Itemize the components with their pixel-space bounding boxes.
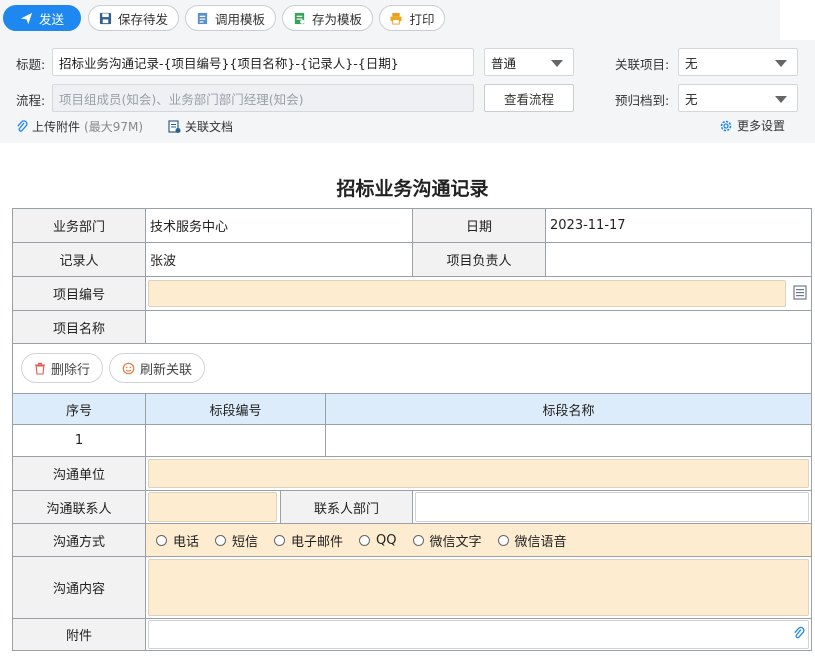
col-header-section-no: 标段编号 xyxy=(145,393,326,425)
template-icon xyxy=(197,12,208,24)
flow-input[interactable]: 项目组成员(知会)、业务部门部门经理(知会) xyxy=(52,84,474,112)
send-icon xyxy=(20,12,33,24)
recorder-value: 张波 xyxy=(145,242,413,277)
upload-limit: (最大97M) xyxy=(84,120,144,134)
method-radio-wechat-voice[interactable]: 微信语音 xyxy=(497,531,567,550)
related-project-select[interactable]: 无 xyxy=(678,48,798,76)
date-label: 日期 xyxy=(412,208,546,243)
toolbar-corner xyxy=(780,0,815,40)
attachment-label: 附件 xyxy=(12,618,146,651)
paperclip-icon[interactable] xyxy=(793,626,805,641)
gear-icon xyxy=(720,120,732,131)
priority-value: 普通 xyxy=(491,55,517,71)
radio-circle-icon xyxy=(359,534,371,546)
attachment-input[interactable] xyxy=(148,620,809,649)
paperclip-icon xyxy=(17,119,28,132)
project-no-label: 项目编号 xyxy=(12,276,146,311)
method-radio-phone[interactable]: 电话 xyxy=(156,531,199,550)
flow-label: 流程: xyxy=(16,93,46,108)
save-draft-button[interactable]: 保存待发 xyxy=(88,5,179,31)
date-value: 2023-11-17 xyxy=(545,208,812,243)
contact-label: 沟通联系人 xyxy=(12,490,146,524)
radio-circle-icon xyxy=(497,534,509,546)
archive-select[interactable]: 无 xyxy=(678,84,798,112)
priority-select[interactable]: 普通 xyxy=(484,48,574,76)
method-radio-wechat-text[interactable]: 微信文字 xyxy=(412,531,482,550)
dept-value: 技术服务中心 xyxy=(145,208,413,243)
radio-circle-icon xyxy=(156,534,167,546)
use-template-button[interactable]: 调用模板 xyxy=(185,5,276,31)
refresh-link-button[interactable]: 刷新关联 xyxy=(109,353,205,383)
method-label: 沟通方式 xyxy=(12,523,146,557)
trash-icon xyxy=(34,362,45,375)
unit-label: 沟通单位 xyxy=(12,456,146,491)
leader-label: 项目负责人 xyxy=(412,242,546,277)
more-settings-link[interactable]: 更多设置 xyxy=(719,117,785,134)
lookup-icon[interactable] xyxy=(793,285,807,300)
unit-input[interactable] xyxy=(148,459,809,488)
leader-value xyxy=(545,242,812,277)
project-name-value xyxy=(145,310,812,344)
related-project-label: 关联项目: xyxy=(615,57,670,72)
contact-dept-label: 联系人部门 xyxy=(280,490,413,524)
print-button[interactable]: 打印 xyxy=(379,5,445,31)
col-header-section-name: 标段名称 xyxy=(325,393,812,425)
title-input[interactable]: 招标业务沟通记录-{项目编号}{项目名称}-{记录人}-{日期} xyxy=(52,48,474,76)
contact-input[interactable] xyxy=(148,492,277,522)
chevron-down-icon xyxy=(551,60,563,67)
save-template-icon xyxy=(294,12,305,24)
contact-dept-input[interactable] xyxy=(415,492,809,522)
recorder-label: 记录人 xyxy=(12,242,146,277)
related-docs-link[interactable]: 关联文档 xyxy=(168,118,233,135)
chevron-down-icon xyxy=(775,60,787,67)
chevron-down-icon xyxy=(775,96,787,103)
send-button[interactable]: 发送 xyxy=(3,5,81,31)
save-template-button[interactable]: 存为模板 xyxy=(282,5,373,31)
table-row-section-name[interactable] xyxy=(325,424,812,457)
method-radio-sms[interactable]: 短信 xyxy=(215,531,258,550)
method-radio-email[interactable]: 电子邮件 xyxy=(274,531,343,550)
delete-row-button[interactable]: 删除行 xyxy=(21,353,103,383)
upload-attachment-link[interactable]: 上传附件 (最大97M) xyxy=(16,118,143,135)
table-row-section-no[interactable] xyxy=(145,424,326,457)
content-label: 沟通内容 xyxy=(12,556,146,619)
method-radio-group: 电话 短信 电子邮件 QQ 微信文字 微信语音 xyxy=(145,523,812,557)
save-icon xyxy=(99,12,112,24)
title-label: 标题: xyxy=(16,57,46,72)
project-name-label: 项目名称 xyxy=(12,310,146,344)
dept-label: 业务部门 xyxy=(12,208,146,243)
radio-circle-icon xyxy=(215,534,227,546)
radio-circle-icon xyxy=(412,534,424,546)
related-project-value: 无 xyxy=(685,55,698,71)
document-link-icon xyxy=(168,119,181,133)
radio-circle-icon xyxy=(274,534,286,546)
form-title: 招标业务沟通记录 xyxy=(336,178,489,200)
print-icon xyxy=(390,12,403,25)
table-row-no: 1 xyxy=(12,424,146,457)
col-header-no: 序号 xyxy=(12,393,146,425)
archive-value: 无 xyxy=(685,91,698,107)
method-radio-qq[interactable]: QQ xyxy=(359,533,397,548)
content-textarea[interactable] xyxy=(148,559,809,616)
project-no-input[interactable] xyxy=(148,280,786,307)
view-flow-button[interactable]: 查看流程 xyxy=(484,84,574,112)
refresh-icon xyxy=(122,362,135,374)
archive-label: 预归档到: xyxy=(615,93,670,108)
